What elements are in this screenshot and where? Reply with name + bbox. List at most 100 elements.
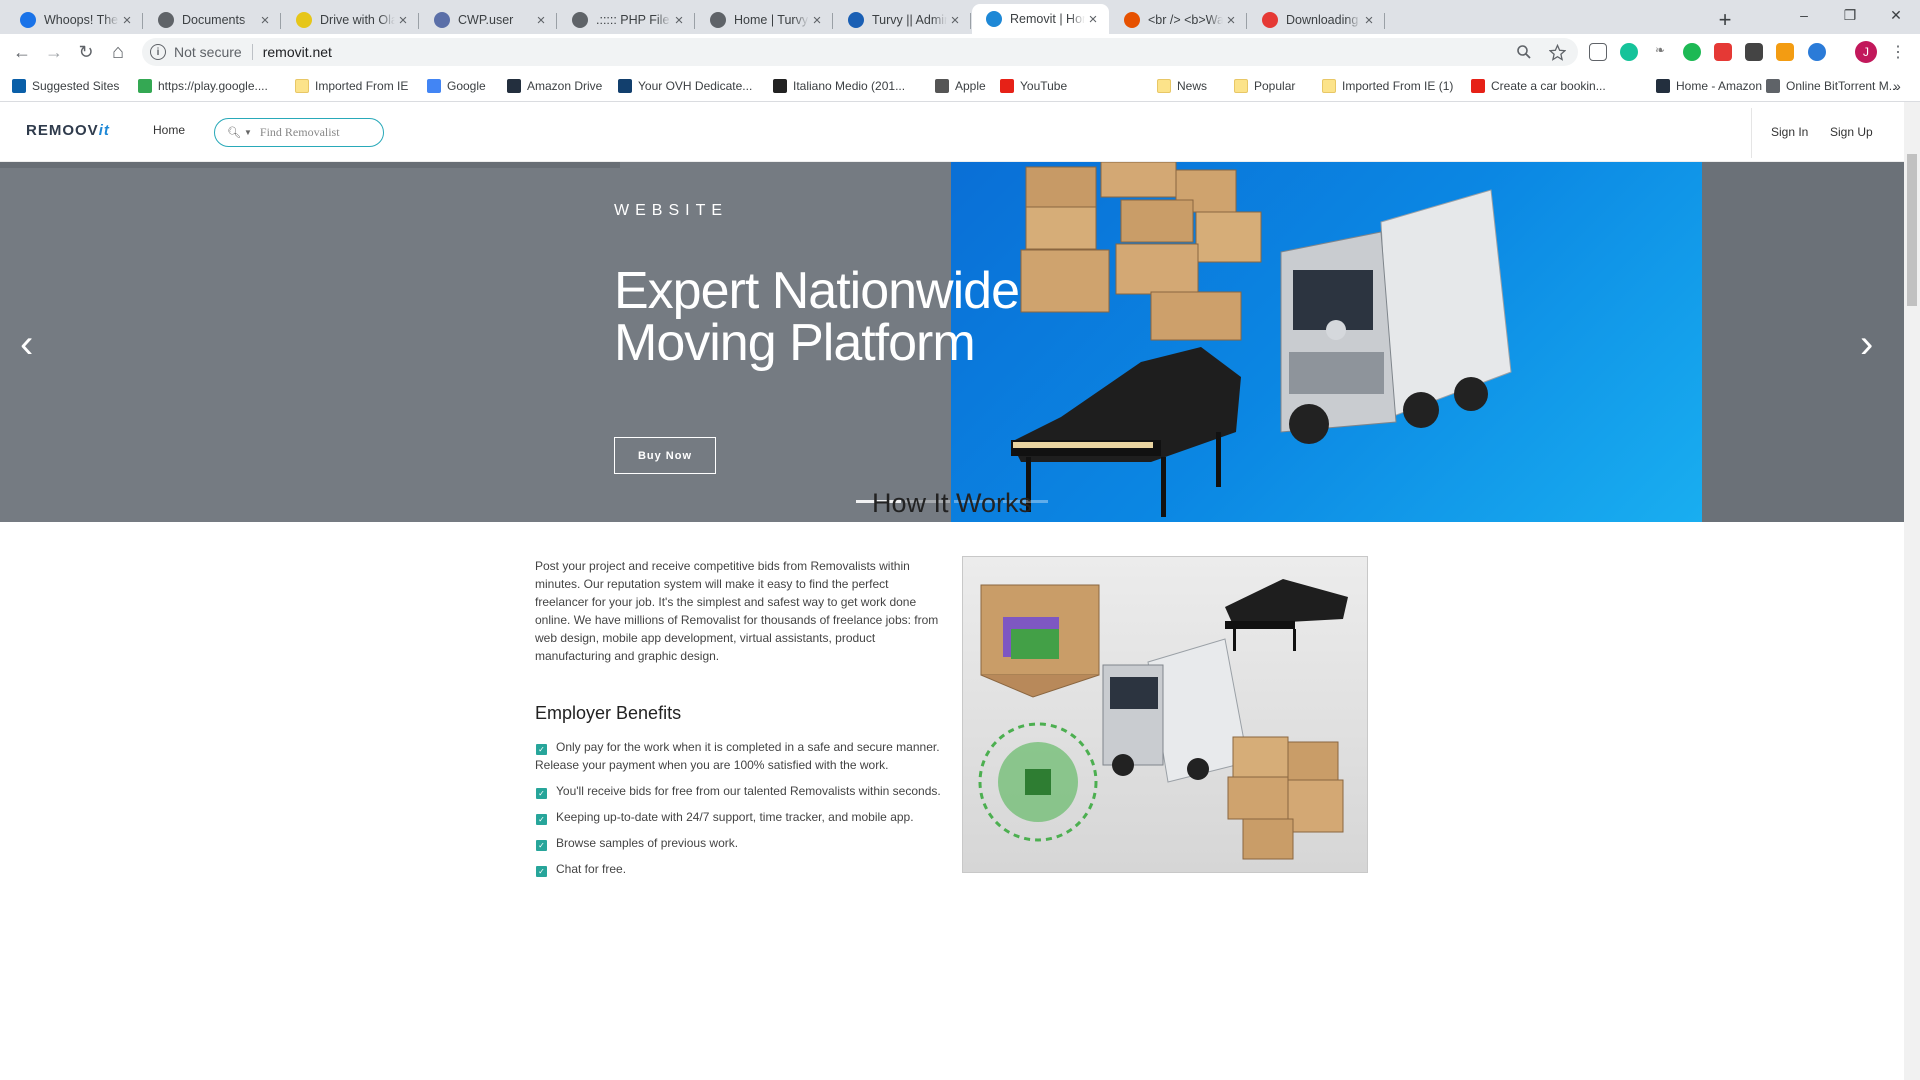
benefit-text: You'll receive bids for free from our ta…	[556, 784, 941, 798]
browser-tab[interactable]: Drive with Ola Austr×	[282, 6, 419, 34]
truck-small-illustration	[1102, 638, 1249, 783]
tab-close-icon[interactable]: ×	[1223, 12, 1239, 29]
bookmark-item[interactable]: Create a car bookin...	[1471, 77, 1606, 95]
tab-separator	[1384, 13, 1385, 29]
check-icon: ✓	[536, 840, 547, 851]
scrollbar-thumb[interactable]	[1907, 154, 1917, 306]
folder-icon	[1322, 79, 1336, 93]
caret-down-icon: ▼	[243, 128, 252, 137]
profile-avatar[interactable]: J	[1855, 41, 1877, 63]
tab-close-icon[interactable]: ×	[809, 12, 825, 29]
tab-close-icon[interactable]: ×	[119, 12, 135, 29]
tab-favicon-icon	[572, 12, 588, 28]
browser-tab[interactable]: Whoops! There was×	[6, 6, 143, 34]
extension-leaf-icon[interactable]: ❧	[1651, 43, 1669, 61]
browser-tab-strip: Whoops! There was×Documents×Drive with O…	[0, 0, 1920, 34]
bookmark-label: YouTube	[1020, 79, 1068, 93]
extension-green-icon[interactable]	[1683, 43, 1701, 61]
tab-title: .::::: PHP File Manag	[596, 13, 671, 27]
bookmark-item[interactable]: Home - Amazon	[1656, 77, 1762, 95]
close-window-button[interactable]: ✕	[1873, 0, 1919, 30]
tab-close-icon[interactable]: ×	[671, 12, 687, 29]
info-icon[interactable]: i	[150, 44, 166, 60]
bookmark-item[interactable]: Popular	[1234, 77, 1295, 95]
browser-tab[interactable]: CWP.user ×	[420, 6, 557, 34]
bookmark-label: Popular	[1254, 79, 1296, 93]
tab-favicon-icon	[986, 11, 1002, 27]
removalist-search-input[interactable]: 🔍︎ ▼ Find Removalist	[214, 118, 384, 147]
url-text[interactable]: removit.net	[263, 44, 332, 60]
extension-red-icon[interactable]	[1714, 43, 1732, 61]
carousel-prev-icon[interactable]: ‹	[20, 322, 33, 367]
site-logo[interactable]: REMOOVit	[26, 122, 110, 139]
browser-tab[interactable]: Documents ×	[144, 6, 281, 34]
carousel-next-icon[interactable]: ›	[1860, 322, 1873, 367]
benefit-item: ✓ Browse samples of previous work.	[535, 834, 945, 852]
logo-text: REMOOV	[26, 122, 99, 139]
bookmark-item[interactable]: Italiano Medio (201...	[773, 77, 905, 95]
browser-tab[interactable]: Downloading the M×	[1248, 6, 1385, 34]
bookmark-label: Apple	[955, 79, 986, 93]
browser-tab[interactable]: .::::: PHP File Manag×	[558, 6, 695, 34]
how-it-works-title: How It Works	[871, 488, 1033, 518]
forward-button[interactable]: →	[40, 39, 68, 65]
minimize-button[interactable]: –	[1781, 0, 1827, 30]
zoom-icon[interactable]	[1512, 38, 1536, 66]
bookmark-star-icon[interactable]	[1545, 38, 1569, 66]
benefit-text: Browse samples of previous work.	[556, 836, 739, 850]
amazon-icon	[1656, 79, 1670, 93]
grammarly-icon[interactable]	[1620, 43, 1638, 61]
bookmarks-more-button[interactable]: »	[1893, 77, 1901, 95]
tab-close-icon[interactable]: ×	[1085, 11, 1101, 28]
back-button[interactable]: ←	[8, 39, 36, 65]
bookmark-item[interactable]: Google	[427, 77, 486, 95]
reload-button[interactable]: ↻	[72, 39, 100, 65]
menu-kebab-icon[interactable]: ⋮	[1884, 39, 1912, 65]
tab-close-icon[interactable]: ×	[947, 12, 963, 29]
extension-shield-icon[interactable]	[1745, 43, 1763, 61]
new-tab-button[interactable]: +	[1711, 6, 1739, 34]
bookmark-item[interactable]: https://play.google....	[138, 77, 268, 95]
extension-orange-icon[interactable]	[1776, 43, 1794, 61]
bookmark-item[interactable]: Amazon Drive	[507, 77, 602, 95]
bookmark-item[interactable]: Imported From IE	[295, 77, 408, 95]
restore-button[interactable]: ❐	[1827, 0, 1873, 30]
tab-favicon-icon	[434, 12, 450, 28]
employer-benefits-title: Employer Benefits	[535, 703, 682, 723]
benefits-list: ✓ Only pay for the work when it is comple…	[535, 738, 945, 886]
page-scrollbar[interactable]	[1904, 102, 1920, 1080]
buy-now-button[interactable]: Buy Now	[614, 437, 716, 474]
bookmark-label: Your OVH Dedicate...	[638, 79, 753, 93]
browser-tab[interactable]: Home | Turvy ×	[696, 6, 833, 34]
extension-blue-icon[interactable]	[1808, 43, 1826, 61]
bookmark-item[interactable]: YouTube	[1000, 77, 1067, 95]
nav-home-link[interactable]: Home	[153, 123, 185, 137]
browser-tab[interactable]: <br /> <b>Warning×	[1110, 6, 1247, 34]
bookmark-item[interactable]: Suggested Sites	[12, 77, 119, 95]
address-bar[interactable]: i Not secure removit.net	[142, 38, 1578, 66]
tab-title: Downloading the M	[1286, 13, 1361, 27]
browser-tab[interactable]: Removit | Home×	[972, 4, 1109, 34]
tab-close-icon[interactable]: ×	[1361, 12, 1377, 29]
bing-icon	[12, 79, 26, 93]
bookmark-item[interactable]: Apple	[935, 77, 986, 95]
hero-title-line2: Moving Platform	[614, 314, 976, 372]
tab-close-icon[interactable]: ×	[395, 12, 411, 29]
extension-reader-icon[interactable]	[1589, 43, 1607, 61]
tab-close-icon[interactable]: ×	[533, 12, 549, 29]
hero-eyebrow: WEBSITE	[614, 202, 729, 219]
tab-title: Home | Turvy	[734, 13, 809, 27]
home-button[interactable]: ⌂	[104, 39, 132, 65]
browser-tab[interactable]: Turvy || Admin Pane×	[834, 6, 971, 34]
play-icon	[138, 79, 152, 93]
folder-icon	[1157, 79, 1171, 93]
sign-up-link[interactable]: Sign Up	[1830, 102, 1873, 162]
bookmark-item[interactable]: Imported From IE (1)	[1322, 77, 1453, 95]
bookmark-item[interactable]: Your OVH Dedicate...	[618, 77, 752, 95]
hero-moving-image	[951, 162, 1702, 522]
bookmark-label: News	[1177, 79, 1208, 93]
sign-in-link[interactable]: Sign In	[1771, 102, 1808, 162]
bookmark-item[interactable]: News	[1157, 77, 1207, 95]
bookmark-item[interactable]: Online BitTorrent M...	[1766, 77, 1899, 95]
tab-close-icon[interactable]: ×	[257, 12, 273, 29]
